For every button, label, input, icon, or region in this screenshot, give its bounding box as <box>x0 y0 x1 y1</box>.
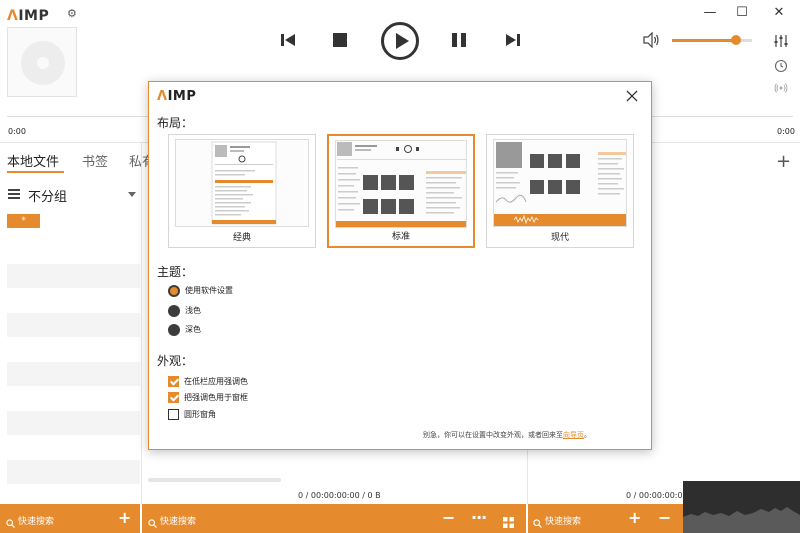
volume-slider-fill <box>672 39 736 42</box>
radio-unselected[interactable] <box>168 324 180 336</box>
playlist-status: 0 / 00:00:00:00 / 0 B <box>298 491 381 500</box>
grid-view-icon[interactable] <box>503 513 514 532</box>
layout-option-modern[interactable]: 现代 <box>486 134 634 248</box>
close-window-button[interactable]: ✕ <box>764 4 794 22</box>
pause-button[interactable] <box>452 33 466 47</box>
time-elapsed: 0:00 <box>8 127 26 136</box>
remove-icon[interactable]: − <box>442 508 455 527</box>
dialog-footer-note: 别急，你可以在设置中改变外观，或者回来至向导页。 <box>423 431 591 439</box>
radio-selected[interactable] <box>168 285 180 297</box>
list-item <box>7 264 140 288</box>
close-dialog-button[interactable] <box>625 88 639 102</box>
list-item <box>7 411 140 435</box>
list-item <box>7 313 140 337</box>
layout-label-modern: 现代 <box>550 233 569 243</box>
menu-icon[interactable] <box>8 189 20 199</box>
layout-preview-classic <box>175 139 309 227</box>
app-logo: ΛIMP <box>7 8 50 24</box>
volume-icon[interactable] <box>642 31 660 49</box>
layout-option-classic[interactable]: 经典 <box>168 134 316 248</box>
play-button[interactable] <box>381 22 419 60</box>
theme-label: 使用软件设置 <box>185 286 233 295</box>
section-title-theme: 主题： <box>157 265 194 279</box>
more-options-icon[interactable]: ··· <box>471 508 487 527</box>
search-icon <box>6 513 15 532</box>
queue-quick-search[interactable]: 快速搜索 <box>545 514 581 527</box>
playlist-bottom-bar <box>142 504 526 533</box>
layout-wizard-dialog: ΛIMP 布局： 经典 标准 现代 主题： 使用软件设置 浅色 深色 外观： 在… <box>148 81 652 450</box>
next-track-button[interactable] <box>505 32 521 48</box>
remove-icon[interactable]: − <box>658 508 671 527</box>
option-label: 把强调色用于窗框 <box>184 393 248 402</box>
close-icon <box>626 90 638 102</box>
equalizer-icon[interactable] <box>774 33 788 47</box>
library-quick-search[interactable]: 快速搜索 <box>18 514 54 527</box>
panel-divider[interactable] <box>141 142 142 504</box>
horizontal-scrollbar[interactable] <box>148 478 281 482</box>
maximize-button[interactable]: ☐ <box>727 4 757 22</box>
time-remaining: 0:00 <box>777 127 795 136</box>
album-art-placeholder <box>7 27 77 97</box>
section-title-layout: 布局： <box>157 116 194 130</box>
list-item <box>7 460 140 484</box>
checkbox-checked[interactable] <box>168 392 179 403</box>
spectrum-visualizer[interactable] <box>683 481 800 533</box>
chevron-down-icon[interactable] <box>128 192 136 197</box>
search-icon <box>148 513 157 532</box>
theme-label: 浅色 <box>185 306 201 315</box>
dialog-logo: ΛIMP <box>157 89 197 104</box>
tab-bookmarks[interactable]: 书签 <box>82 151 108 170</box>
option-label: 圆形窗角 <box>184 410 216 419</box>
queue-status: 0 / 00:00:00:00 <box>626 491 688 500</box>
volume-slider-handle[interactable] <box>731 35 741 45</box>
layout-label-classic: 经典 <box>232 233 251 243</box>
layout-option-standard[interactable]: 标准 <box>327 134 475 248</box>
theme-label: 深色 <box>185 325 201 334</box>
radio-unselected[interactable] <box>168 305 180 317</box>
skip-back-icon <box>281 34 295 46</box>
settings-gear-icon[interactable]: ⚙ <box>67 7 77 20</box>
search-icon <box>533 513 542 532</box>
add-icon[interactable]: + <box>628 508 641 527</box>
layout-preview-standard <box>335 140 467 228</box>
add-icon[interactable]: + <box>118 508 131 527</box>
active-tab-indicator <box>7 171 64 173</box>
layout-preview-modern <box>493 139 627 227</box>
playlist-quick-search[interactable]: 快速搜索 <box>160 514 196 527</box>
section-title-appearance: 外观： <box>157 354 194 368</box>
stop-button[interactable] <box>333 33 347 47</box>
checkbox-unchecked[interactable] <box>168 409 179 420</box>
minimize-button[interactable]: — <box>695 4 725 22</box>
add-playlist-icon[interactable]: + <box>776 151 791 172</box>
grouping-selector[interactable]: 不分组 <box>28 186 67 205</box>
checkbox-checked[interactable] <box>168 376 179 387</box>
layout-label-standard: 标准 <box>391 232 410 242</box>
skip-forward-icon <box>506 34 520 46</box>
option-label: 在低栏应用强调色 <box>184 377 248 386</box>
play-icon <box>396 33 409 49</box>
tab-local-files[interactable]: 本地文件 <box>7 151 59 170</box>
radio-broadcast-icon[interactable] <box>774 80 788 94</box>
previous-track-button[interactable] <box>280 32 296 48</box>
timer-clock-icon[interactable] <box>774 58 788 73</box>
filter-chip-all[interactable]: * <box>7 214 40 228</box>
list-item <box>7 362 140 386</box>
wizard-page-link[interactable]: 向导页 <box>563 431 584 439</box>
